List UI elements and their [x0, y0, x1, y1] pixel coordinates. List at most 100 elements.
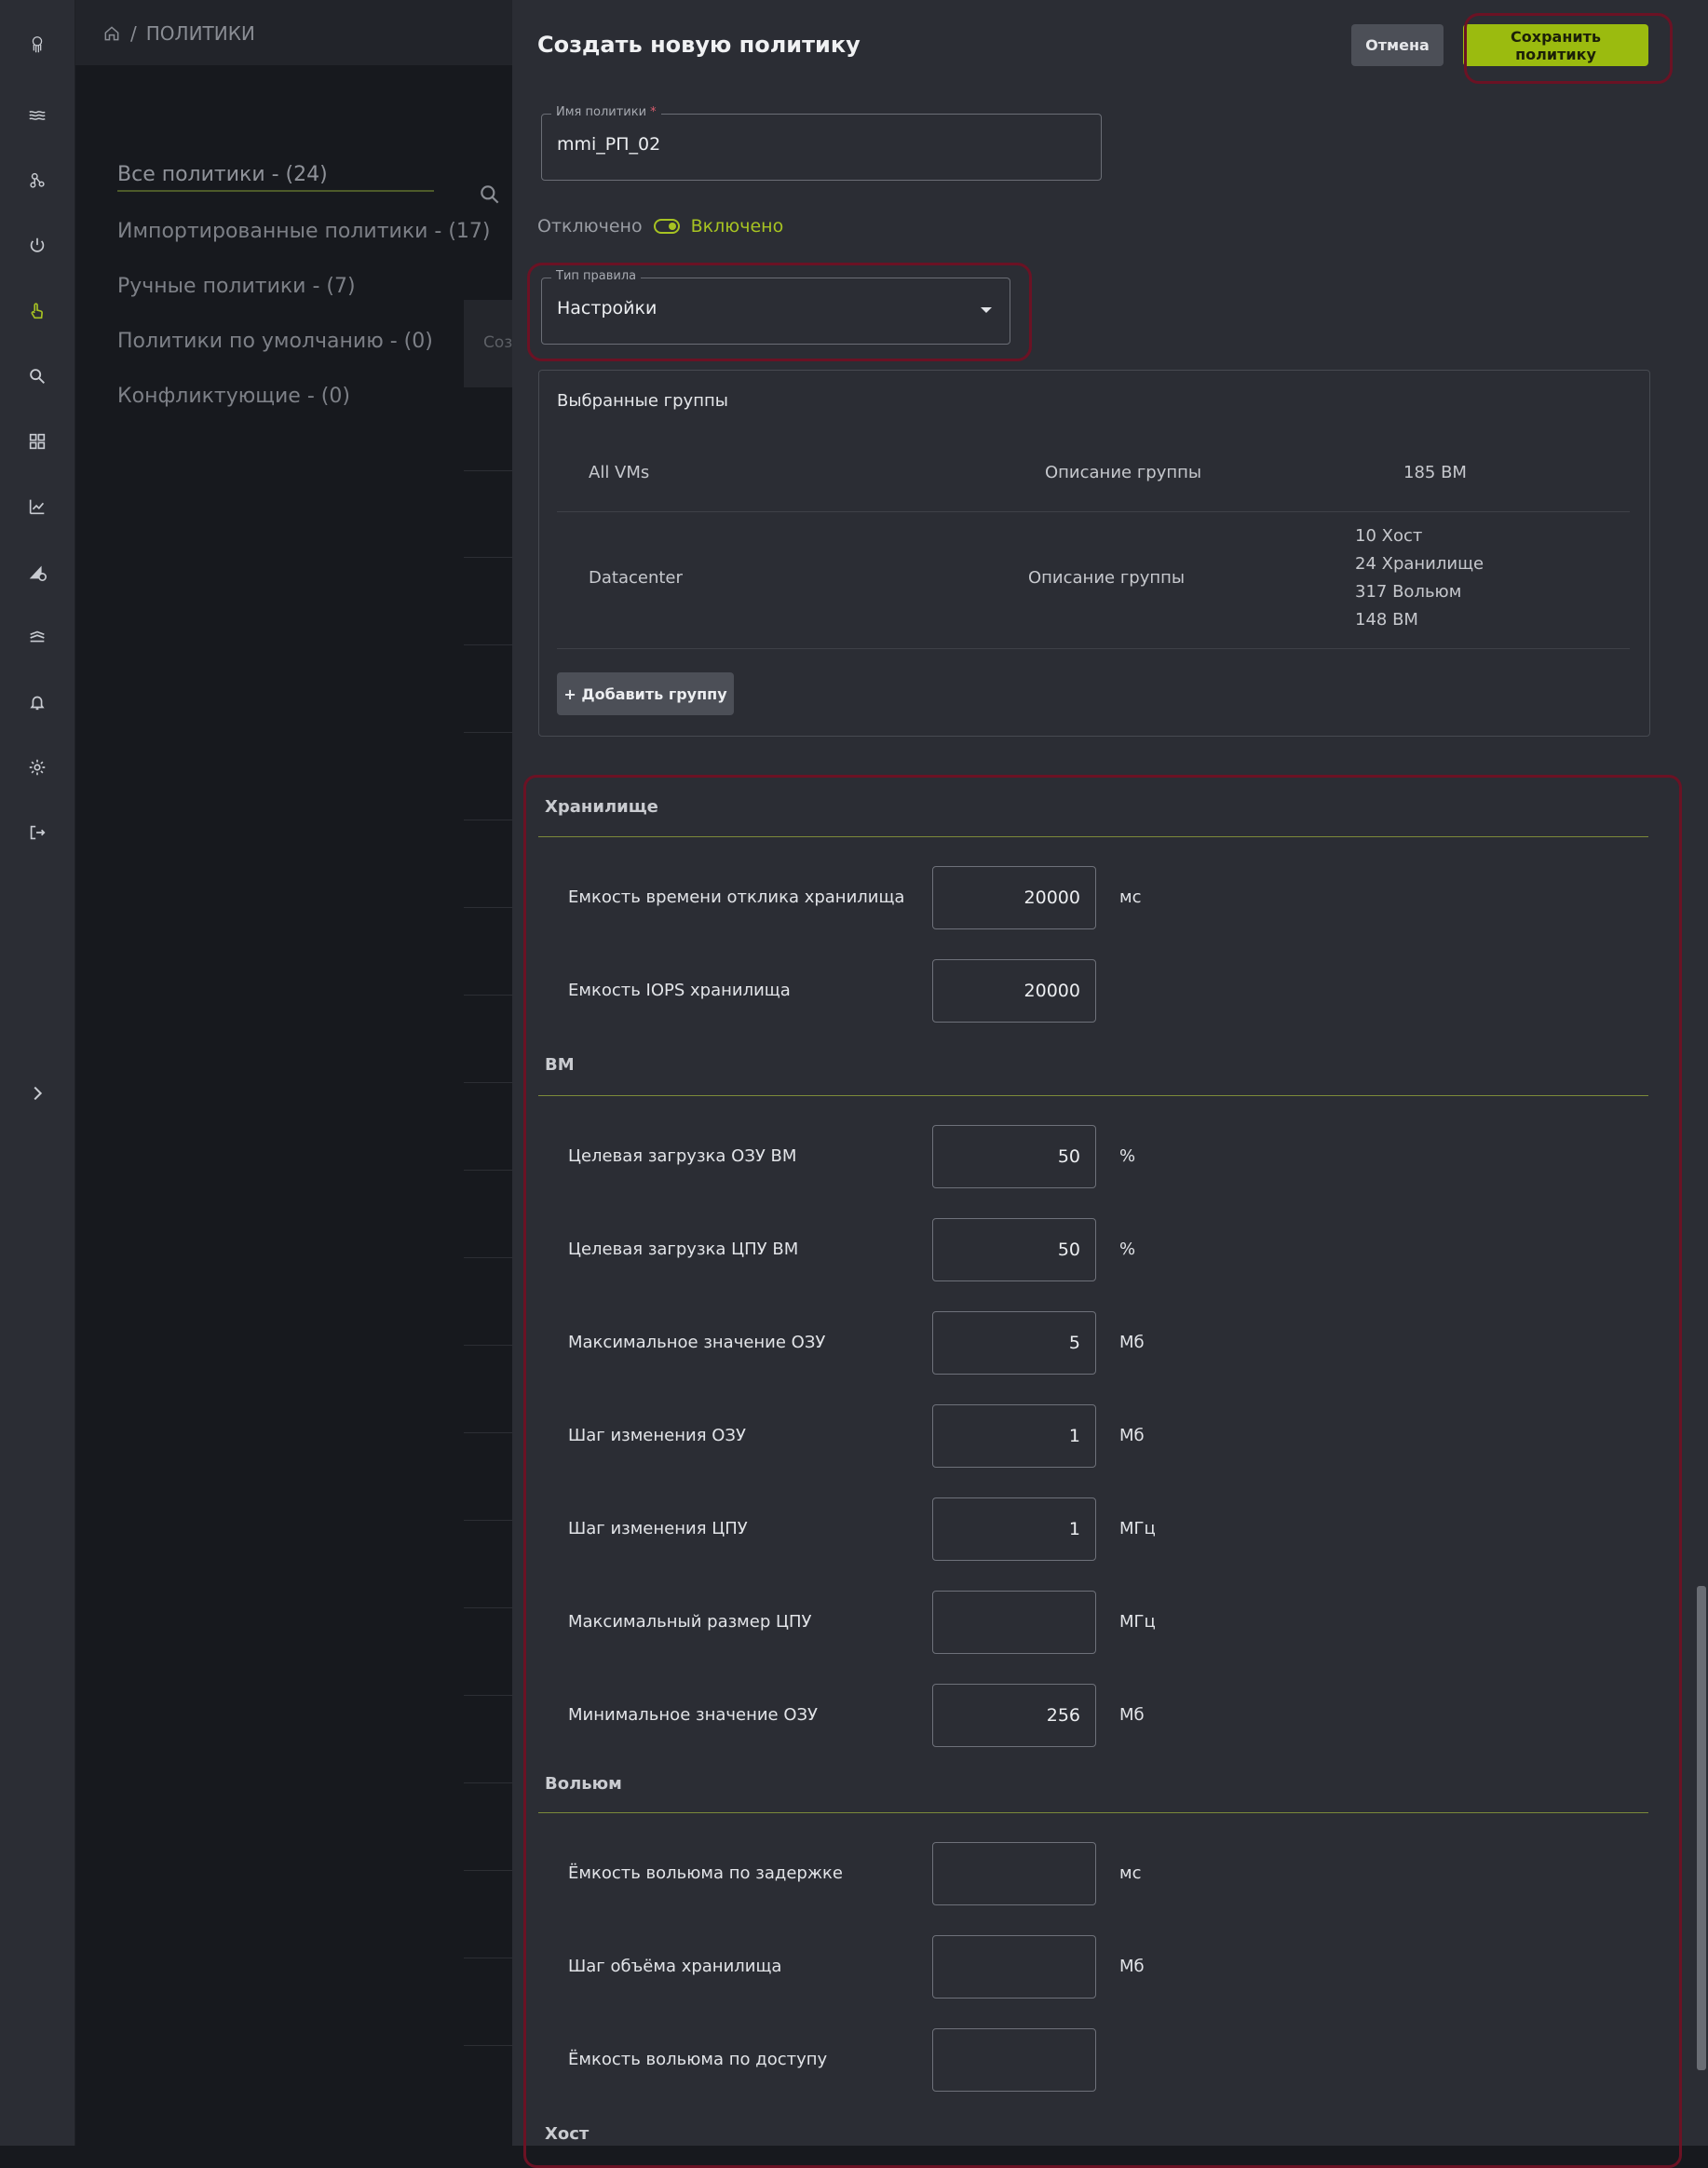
- enabled-toggle[interactable]: Отключено Включено: [537, 216, 783, 237]
- section-title-volume: Вольюм: [545, 1774, 622, 1794]
- param-unit: Мб: [1119, 1426, 1145, 1445]
- side-rail: [0, 0, 75, 2146]
- drawer-scrollbar[interactable]: [1697, 1586, 1706, 2070]
- nodes-icon[interactable]: [0, 162, 75, 199]
- bell-icon[interactable]: [0, 684, 75, 721]
- group-divider: [557, 648, 1630, 649]
- table-row: [464, 1345, 512, 1346]
- policy-name-value[interactable]: mmi_РП_02: [557, 134, 660, 155]
- table-row: [464, 995, 512, 996]
- breadcrumb: / ПОЛИТИКИ: [102, 22, 255, 45]
- param-input[interactable]: [932, 1404, 1096, 1468]
- groups-title: Выбранные группы: [557, 391, 728, 411]
- group-divider: [557, 511, 1630, 512]
- dashboard-icon[interactable]: [0, 423, 75, 460]
- param-label: Целевая загрузка ЦПУ ВМ: [568, 1240, 799, 1259]
- group-count: 317 Вольюм: [1355, 582, 1462, 602]
- chart-icon[interactable]: [0, 488, 75, 525]
- rule-type-value[interactable]: Настройки: [557, 298, 657, 318]
- section-title-host: Хост: [545, 2124, 590, 2144]
- save-policy-button[interactable]: Сохранить политику: [1463, 24, 1648, 66]
- section-divider: [538, 836, 1648, 837]
- param-label: Ёмкость вольюма по доступу: [568, 2050, 828, 2069]
- gear-icon[interactable]: [0, 749, 75, 786]
- param-input[interactable]: [932, 866, 1096, 929]
- dropdown-caret-icon[interactable]: [978, 304, 995, 317]
- param-input[interactable]: [932, 1591, 1096, 1654]
- param-unit: МГц: [1119, 1519, 1156, 1538]
- param-label: Емкость IOPS хранилища: [568, 981, 791, 1000]
- param-label: Емкость времени отклика хранилища: [568, 888, 905, 907]
- table-row: [464, 1870, 512, 1871]
- table-row: [464, 1432, 512, 1433]
- table-row: [464, 1082, 512, 1083]
- param-unit: МГц: [1119, 1612, 1156, 1632]
- table-header-fragment: Соз: [483, 333, 513, 352]
- param-label: Шаг изменения ОЗУ: [568, 1426, 746, 1445]
- section-title-storage: Хранилище: [545, 797, 658, 817]
- table-row: [464, 644, 512, 645]
- rule-type-label: Тип правила: [551, 269, 642, 283]
- home-icon[interactable]: [102, 24, 121, 43]
- param-unit: Мб: [1119, 1957, 1145, 1976]
- param-unit: Мб: [1119, 1333, 1145, 1352]
- param-unit: Мб: [1119, 1705, 1145, 1725]
- param-input[interactable]: [932, 1311, 1096, 1375]
- table-row: [464, 1170, 512, 1171]
- waves-icon[interactable]: [0, 97, 75, 134]
- filter-manual[interactable]: Ручные политики - (7): [117, 268, 491, 323]
- group-count: 148 ВМ: [1355, 610, 1418, 630]
- param-input[interactable]: [932, 959, 1096, 1023]
- param-unit: мс: [1119, 1863, 1142, 1883]
- table-row: [464, 732, 512, 733]
- group-description: Описание группы: [1028, 568, 1186, 588]
- param-input[interactable]: [932, 1684, 1096, 1747]
- table-row: [464, 470, 512, 471]
- add-group-button[interactable]: + Добавить группу: [557, 672, 734, 715]
- section-title-vm: ВМ: [545, 1055, 575, 1075]
- param-input[interactable]: [932, 1218, 1096, 1281]
- group-count: 10 Хост: [1355, 526, 1423, 546]
- toggle-off-label: Отключено: [537, 216, 643, 237]
- group-count: 185 ВМ: [1403, 463, 1467, 482]
- search-icon[interactable]: [0, 358, 75, 395]
- filter-all[interactable]: Все политики - (24): [117, 158, 434, 192]
- logout-icon[interactable]: [0, 814, 75, 851]
- breadcrumb-current: ПОЛИТИКИ: [145, 22, 255, 45]
- table-row: [464, 1520, 512, 1521]
- toggle-switch[interactable]: [653, 219, 680, 234]
- cancel-button[interactable]: Отмена: [1351, 24, 1444, 66]
- param-label: Целевая загрузка ОЗУ ВМ: [568, 1146, 797, 1166]
- param-input[interactable]: [932, 1935, 1096, 1999]
- layers-icon[interactable]: [0, 618, 75, 656]
- section-divider: [538, 1812, 1648, 1813]
- drawer-title: Создать новую политику: [537, 32, 861, 58]
- hand-pointer-icon[interactable]: [0, 292, 75, 330]
- table-row: [464, 1782, 512, 1783]
- ruler-gear-icon[interactable]: [0, 553, 75, 590]
- power-icon[interactable]: [0, 227, 75, 264]
- chevron-right-icon[interactable]: [0, 1075, 75, 1112]
- logo-icon[interactable]: [0, 26, 75, 63]
- table-row: [464, 557, 512, 558]
- param-input[interactable]: [932, 1842, 1096, 1905]
- param-label: Шаг объёма хранилища: [568, 1957, 782, 1976]
- param-unit: %: [1119, 1240, 1136, 1259]
- param-label: Максимальное значение ОЗУ: [568, 1333, 826, 1352]
- table-row: [464, 907, 512, 908]
- section-divider: [538, 1095, 1648, 1096]
- policy-filters: Все политики - (24) Импортированные поли…: [117, 158, 491, 433]
- filter-imported[interactable]: Импортированные политики - (17): [117, 213, 491, 268]
- param-input[interactable]: [932, 1125, 1096, 1188]
- group-description: Описание группы: [1045, 463, 1202, 482]
- filter-conflicting[interactable]: Конфликтующие - (0): [117, 378, 491, 433]
- param-input[interactable]: [932, 2028, 1096, 2092]
- param-label: Шаг изменения ЦПУ: [568, 1519, 748, 1538]
- toggle-on-label: Включено: [690, 216, 784, 237]
- table-row: [464, 1257, 512, 1258]
- param-input[interactable]: [932, 1497, 1096, 1561]
- group-name: All VMs: [589, 463, 650, 482]
- filter-default[interactable]: Политики по умолчанию - (0): [117, 323, 491, 378]
- search-icon[interactable]: [478, 183, 502, 207]
- param-label: Ёмкость вольюма по задержке: [568, 1863, 843, 1883]
